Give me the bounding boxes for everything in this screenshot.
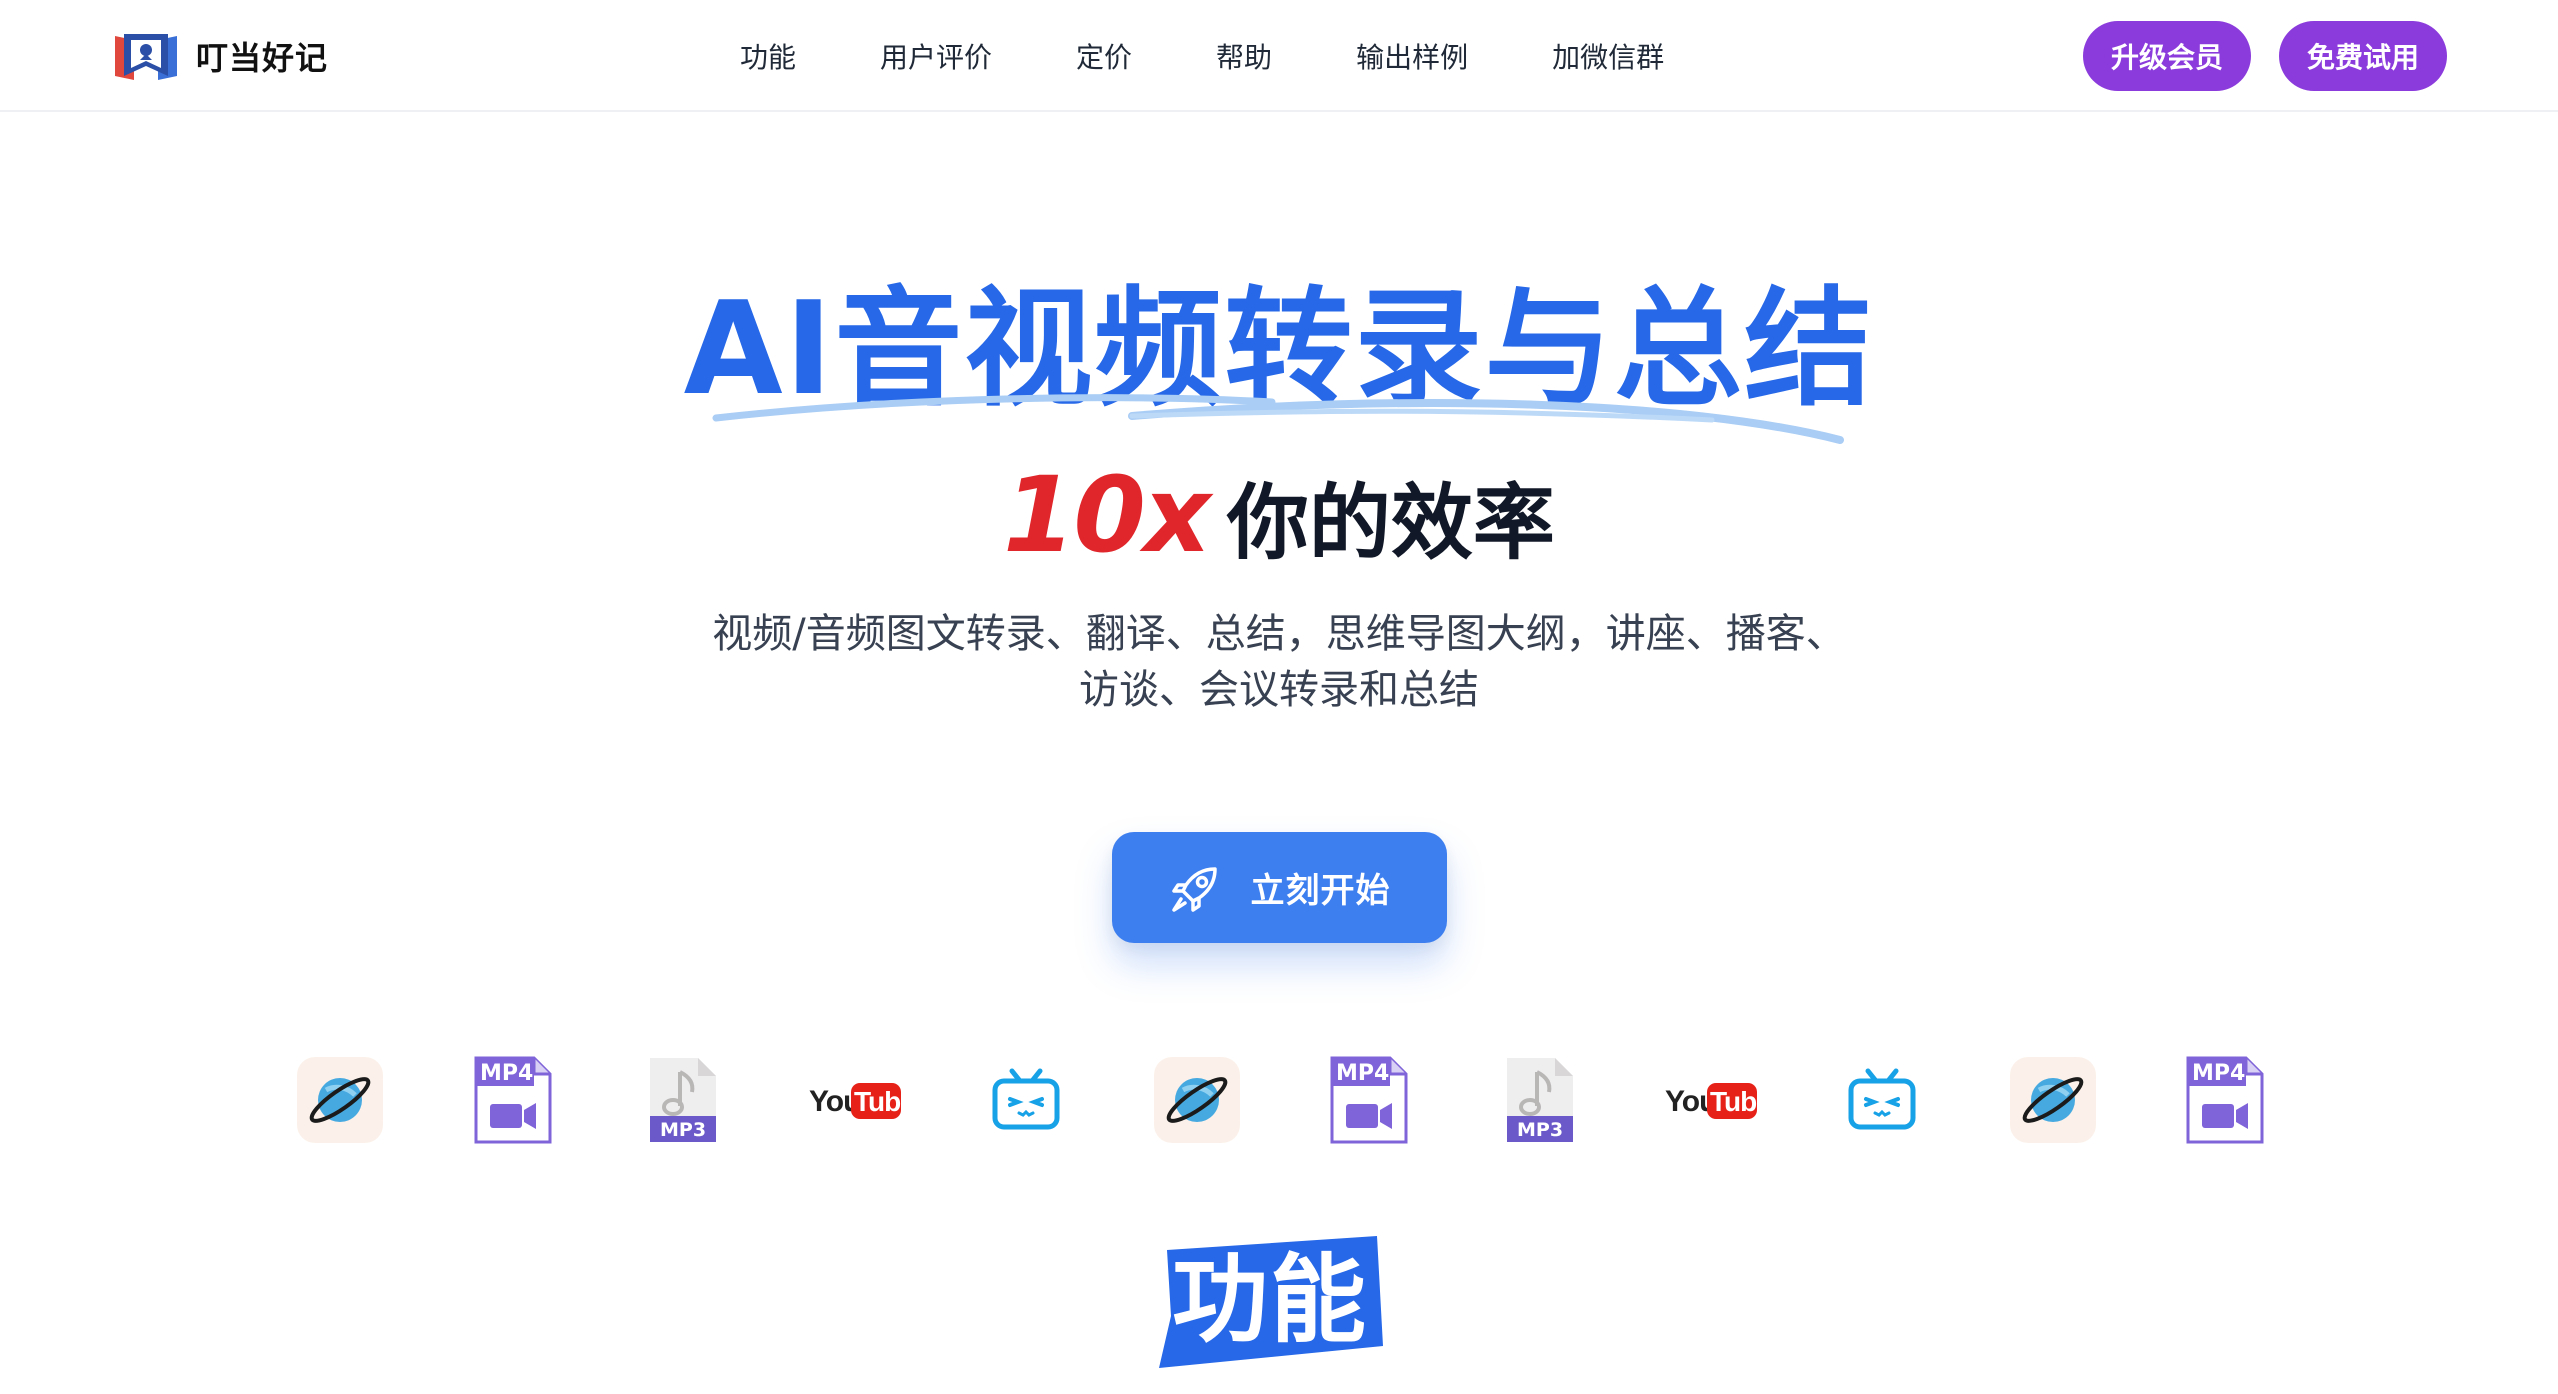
brand[interactable]: 叮当好记 [112,26,328,86]
mp3-label: MP3 [1517,1119,1563,1141]
free-trial-button[interactable]: 免费试用 [2279,21,2447,91]
mp4-file-icon: MP4 [1330,1056,1408,1144]
mp3-file-icon: MP3 [650,1058,716,1142]
landing-page: 叮当好记 功能 用户评价 定价 帮助 输出样例 加微信群 升级会员 免费试用 A… [0,0,2558,1394]
mp4-label: MP4 [2192,1061,2245,1086]
youtube-logo: You Tube [1665,1083,1759,1119]
nav-item-samples[interactable]: 输出样例 [1356,36,1468,76]
section-title-features: 功能 [1172,1244,1368,1356]
rocket-icon [1171,866,1217,912]
planet-icon [2010,1057,2096,1143]
mp4-label: MP4 [480,1061,533,1086]
mp3-file-icon: MP3 [1507,1058,1573,1142]
nav-item-help[interactable]: 帮助 [1216,36,1272,76]
source-logo-mp4: MP4 [1319,1050,1419,1150]
nav-item-wechat-group[interactable]: 加微信群 [1552,36,1664,76]
youtube-tube-text: Tube [1710,1086,1759,1117]
source-logo-bilibili [1832,1050,1932,1150]
description-line-2: 访谈、会议转录和总结 [1079,667,1479,713]
efficiency-text: 你的效率 [1226,476,1555,571]
brand-name: 叮当好记 [196,39,329,77]
youtube-tube-text: Tube [854,1086,903,1117]
source-logo-planet [2003,1050,2103,1150]
multiplier-text: 10x [1003,454,1211,576]
bilibili-icon [992,1068,1060,1130]
hero-subtitle: 10x 你的效率 [0,450,2558,611]
nav-item-features[interactable]: 功能 [740,36,796,76]
top-header: 叮当好记 功能 用户评价 定价 帮助 输出样例 加微信群 升级会员 免费试用 [0,0,2558,112]
start-now-button[interactable]: 立刻开始 [1112,832,1447,943]
hero-description: 视频/音频图文转录、翻译、总结，思维导图大纲，讲座、播客、 访谈、会议转录和总结 [640,606,1918,718]
title-underline-stroke [712,394,1844,444]
mp4-file-icon: MP4 [474,1056,552,1144]
mp4-label: MP4 [1336,1061,1389,1086]
source-logo-mp4: MP4 [463,1050,563,1150]
source-logo-youtube: You Tube [805,1050,905,1150]
mp3-label: MP3 [660,1119,706,1141]
mp4-file-icon: MP4 [2186,1056,2264,1144]
planet-icon [1154,1057,1240,1143]
book-bookmark-logo [115,34,177,80]
source-logo-youtube: You Tube [1661,1050,1761,1150]
source-logo-bilibili [976,1050,1076,1150]
upgrade-button[interactable]: 升级会员 [2083,21,2251,91]
source-logo-planet [290,1050,390,1150]
start-now-label: 立刻开始 [1250,871,1391,911]
planet-icon [297,1057,383,1143]
nav-item-pricing[interactable]: 定价 [1076,36,1132,76]
source-logo-mp3: MP3 [633,1050,733,1150]
bilibili-icon [1848,1068,1916,1130]
nav-item-reviews[interactable]: 用户评价 [880,36,992,76]
source-logo-planet [1147,1050,1247,1150]
source-logo-mp4: MP4 [2175,1050,2275,1150]
source-logos-strip: MP4 MP3 You Tube [0,1050,2558,1150]
youtube-logo: You Tube [809,1083,903,1119]
source-logo-mp3: MP3 [1490,1050,1590,1150]
main-nav: 功能 用户评价 定价 帮助 输出样例 加微信群 [740,30,1664,82]
description-line-1: 视频/音频图文转录、翻译、总结，思维导图大纲，讲座、播客、 [712,611,1846,657]
